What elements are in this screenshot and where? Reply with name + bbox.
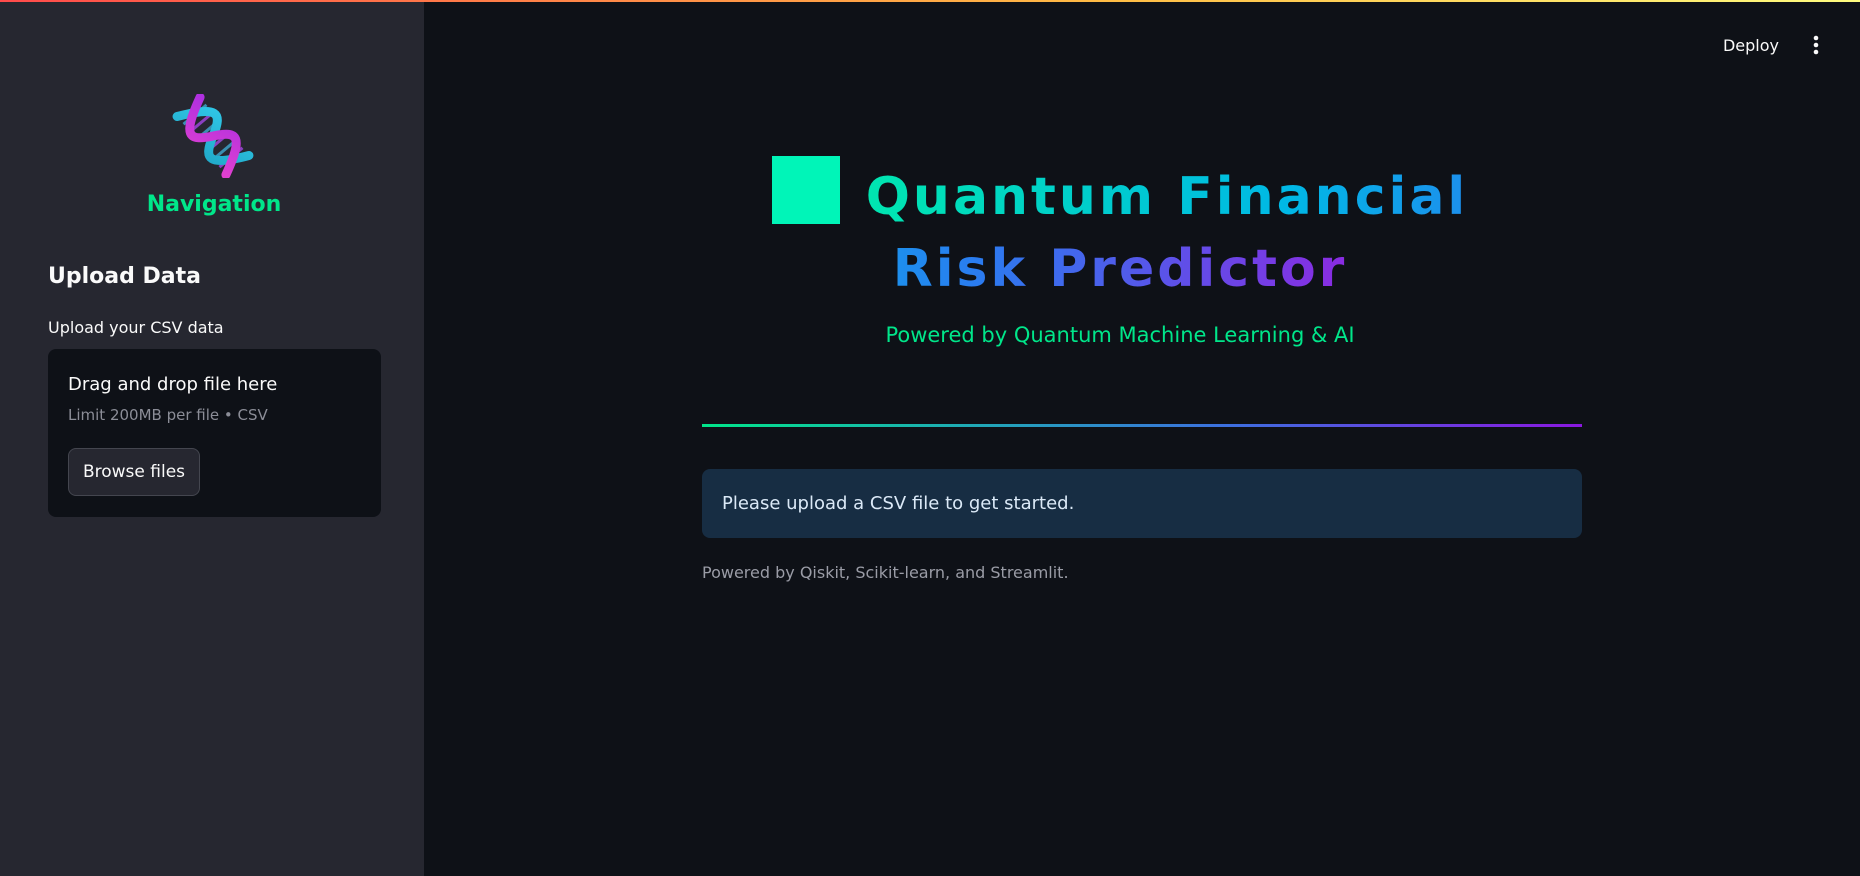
sidebar-nav-title: Navigation — [146, 192, 282, 217]
page-title-text: Quantum Financial Risk Predictor — [865, 167, 1469, 299]
upload-csv-label: Upload your CSV data — [48, 318, 224, 337]
browse-files-button[interactable]: Browse files — [68, 448, 200, 496]
file-dropzone[interactable]: Drag and drop file here Limit 200MB per … — [48, 349, 381, 517]
powered-by-footer: Powered by Qiskit, Scikit-learn, and Str… — [702, 563, 1069, 582]
dropzone-limit-text: Limit 200MB per file • CSV — [68, 406, 268, 424]
page-subtitle: Powered by Quantum Machine Learning & AI — [885, 323, 1355, 347]
dna-helix-icon — [171, 92, 255, 180]
green-square-icon — [771, 156, 840, 224]
upload-data-heading: Upload Data — [48, 264, 201, 289]
kebab-menu-icon — [1800, 35, 1832, 55]
app-root: Navigation Upload Data Upload your CSV d… — [0, 0, 1860, 876]
page-title: Quantum Financial Risk Predictor — [700, 156, 1540, 305]
info-alert: Please upload a CSV file to get started. — [702, 469, 1582, 538]
deploy-button[interactable]: Deploy — [1715, 29, 1787, 61]
sidebar: Navigation Upload Data Upload your CSV d… — [0, 0, 424, 876]
main-menu-button[interactable] — [1800, 29, 1832, 61]
top-decoration-stripe — [0, 0, 1860, 2]
dropzone-title: Drag and drop file here — [68, 374, 278, 395]
gradient-divider — [702, 424, 1582, 427]
info-alert-text: Please upload a CSV file to get started. — [722, 493, 1075, 514]
